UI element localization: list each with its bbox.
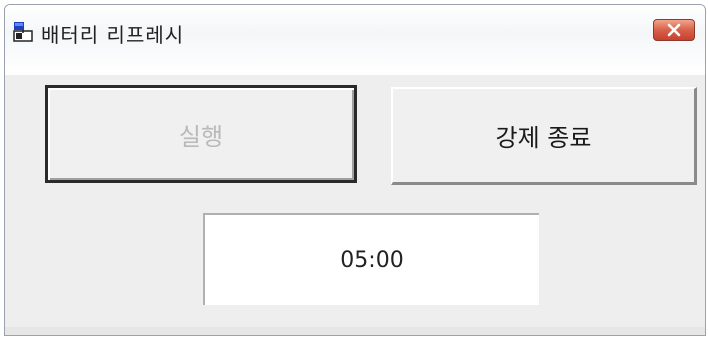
timer-display: 05:00 xyxy=(203,213,539,305)
close-icon xyxy=(667,23,681,37)
battery-window-icon xyxy=(13,22,33,42)
timer-value: 05:00 xyxy=(340,247,404,273)
force-quit-button-label: 강제 종료 xyxy=(495,124,592,152)
force-quit-button[interactable]: 강제 종료 xyxy=(391,87,697,185)
close-button[interactable] xyxy=(653,19,695,41)
window-title: 배터리 리프레시 xyxy=(41,23,185,47)
run-button[interactable]: 실행 xyxy=(45,85,357,183)
app-window: 배터리 리프레시 실행 강제 종료 05:00 xyxy=(4,4,706,336)
run-button-label: 실행 xyxy=(178,122,224,151)
dialog-client-area: 실행 강제 종료 05:00 xyxy=(13,77,697,327)
window-bottom-edge xyxy=(5,327,705,335)
title-bar[interactable]: 배터리 리프레시 xyxy=(5,5,705,75)
